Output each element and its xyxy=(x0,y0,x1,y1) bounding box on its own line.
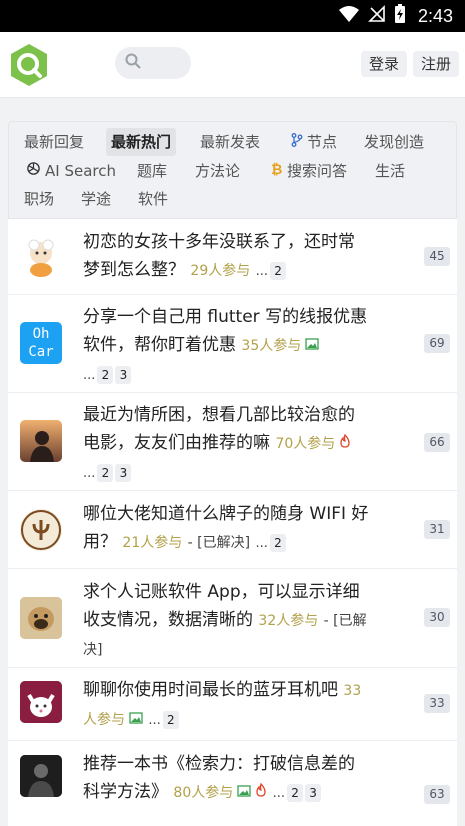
solved-tag: - [已解决] xyxy=(187,535,251,551)
page-link[interactable]: 2 xyxy=(270,262,287,280)
topic-title-cont[interactable]: 梦到怎么整？ xyxy=(83,260,185,280)
topic-item[interactable]: Oh Car 分享一个自己用 flutter 写的线报优惠 软件，帮你盯着优惠 … xyxy=(8,295,457,393)
fire-icon xyxy=(255,778,267,806)
topic-title[interactable]: 初恋的女孩十多年没联系了，还时常 xyxy=(83,228,398,256)
topic-title[interactable]: 哪位大佬知道什么牌子的随身 WIFI 好 xyxy=(83,500,398,528)
no-signal-icon xyxy=(368,5,386,27)
reply-count: 30 xyxy=(424,608,450,627)
topic-title-cont[interactable]: 科学方法》 xyxy=(83,782,168,802)
topic-title[interactable]: 聊聊你使用时间最长的蓝牙耳机吧 xyxy=(83,680,338,700)
topic-item[interactable]: 求个人记账软件 App，可以显示详细 收支情况，数据清晰的 32人参与 - [已… xyxy=(8,569,457,668)
avatar xyxy=(20,755,62,797)
reply-count: 63 xyxy=(424,785,450,804)
page-ellipsis: ... xyxy=(255,536,268,551)
page-ellipsis: ... xyxy=(83,466,96,481)
battery-charging-icon xyxy=(394,4,406,28)
topic-title[interactable]: 分享一个自己用 flutter 写的线报优惠 xyxy=(83,303,398,331)
svg-text:₿: ₿ xyxy=(271,162,282,176)
tab-nodes[interactable]: 节点 xyxy=(286,128,342,156)
page-link[interactable]: 2 xyxy=(97,366,114,384)
page-link[interactable]: 3 xyxy=(115,366,132,384)
page-link[interactable]: 3 xyxy=(305,784,322,802)
tab-question-bank[interactable]: 题库 xyxy=(132,157,172,185)
avatar xyxy=(20,597,62,639)
tab-ai-search[interactable]: AI Search xyxy=(21,157,121,185)
branch-icon xyxy=(291,128,303,156)
avatar xyxy=(20,681,62,723)
topic-title-cont[interactable]: 电影，友友们由推荐的嘛 xyxy=(83,433,270,453)
avatar xyxy=(20,509,62,551)
reply-count: 31 xyxy=(424,520,450,539)
search-box[interactable] xyxy=(115,47,191,79)
topic-title-cont[interactable]: 收支情况，数据清晰的 xyxy=(83,610,253,630)
page-link[interactable]: 2 xyxy=(287,784,304,802)
image-icon xyxy=(305,331,319,359)
tab-latest-reply[interactable]: 最新回复 xyxy=(19,128,89,156)
participants-cont: 人参与 xyxy=(83,712,125,728)
tab-latest-hot[interactable]: 最新热门 xyxy=(106,128,177,156)
page-ellipsis: ... xyxy=(148,713,161,728)
status-bar: 2:43 xyxy=(0,0,465,32)
clock: 2:43 xyxy=(417,5,453,26)
tab-discover-create[interactable]: 发现创造 xyxy=(359,128,429,156)
solved-tag-cont: 决] xyxy=(83,642,103,658)
participants: 70人参与 xyxy=(275,436,336,452)
tab-software[interactable]: 软件 xyxy=(133,185,173,213)
tab-study[interactable]: 学途 xyxy=(76,185,116,213)
image-icon xyxy=(237,778,251,806)
search-icon xyxy=(125,53,141,73)
page-ellipsis: ... xyxy=(272,786,286,801)
tab-search-qa[interactable]: ₿ 搜索问答 xyxy=(265,157,352,185)
participants: 32人参与 xyxy=(258,613,319,629)
topic-list: 初恋的女孩十多年没联系了，还时常 梦到怎么整？ 29人参与 ... 2 45 Oh… xyxy=(8,219,457,826)
page-link[interactable]: 3 xyxy=(115,464,132,482)
page-link[interactable]: 2 xyxy=(97,464,114,482)
participants: 35人参与 xyxy=(241,338,302,354)
avatar: Oh Car xyxy=(20,322,62,364)
participants: 21人参与 xyxy=(122,535,183,551)
bitcoin-icon: ₿ xyxy=(270,157,283,185)
fire-icon xyxy=(339,429,351,457)
topic-title-cont[interactable]: 软件，帮你盯着优惠 xyxy=(83,335,236,355)
participants: 33 xyxy=(343,683,362,699)
tab-methodology[interactable]: 方法论 xyxy=(190,157,245,185)
topic-title[interactable]: 求个人记账软件 App，可以显示详细 xyxy=(83,578,398,606)
page-ellipsis: ... xyxy=(83,368,96,383)
page-link[interactable]: 2 xyxy=(162,711,179,729)
tab-latest-posted[interactable]: 最新发表 xyxy=(195,128,265,156)
avatar xyxy=(20,236,62,278)
page-link[interactable]: 2 xyxy=(269,534,286,552)
participants: 29人参与 xyxy=(190,263,251,279)
app-header: 登录 注册 xyxy=(0,32,465,98)
reply-count: 45 xyxy=(424,247,450,266)
reply-count: 69 xyxy=(424,334,450,353)
topic-item[interactable]: 初恋的女孩十多年没联系了，还时常 梦到怎么整？ 29人参与 ... 2 45 xyxy=(8,219,457,295)
tab-life[interactable]: 生活 xyxy=(370,157,410,185)
tab-workplace[interactable]: 职场 xyxy=(19,185,59,213)
solved-tag: - [已解 xyxy=(323,613,367,629)
reply-count: 33 xyxy=(424,694,450,713)
page-ellipsis: ... xyxy=(255,264,269,279)
topic-item[interactable]: 哪位大佬知道什么牌子的随身 WIFI 好 用？ 21人参与 - [已解决] ..… xyxy=(8,491,457,569)
image-icon xyxy=(129,705,143,733)
topic-item[interactable]: 推荐一本书《检索力：打破信息差的 科学方法》 80人参与 ... 2 3 63 xyxy=(8,741,457,826)
topic-title[interactable]: 推荐一本书《检索力：打破信息差的 xyxy=(83,750,398,778)
openai-icon xyxy=(26,157,41,185)
participants: 80人参与 xyxy=(173,785,234,801)
category-tabs: 最新回复 最新热门 最新发表 节点 发现创造 AI Search 题库 方法论 … xyxy=(8,121,457,219)
app-logo[interactable] xyxy=(8,42,50,88)
login-button[interactable]: 登录 xyxy=(361,51,408,77)
avatar xyxy=(20,420,62,462)
reply-count: 66 xyxy=(424,433,450,452)
topic-item[interactable]: 聊聊你使用时间最长的蓝牙耳机吧 33 人参与 ... 2 33 xyxy=(8,668,457,741)
register-button[interactable]: 注册 xyxy=(413,51,460,77)
topic-title-cont[interactable]: 用？ xyxy=(83,532,117,552)
wifi-icon xyxy=(338,5,360,27)
topic-title[interactable]: 最近为情所困，想看几部比较治愈的 xyxy=(83,401,398,429)
topic-item[interactable]: 最近为情所困，想看几部比较治愈的 电影，友友们由推荐的嘛 70人参与 ... 2 3… xyxy=(8,393,457,491)
